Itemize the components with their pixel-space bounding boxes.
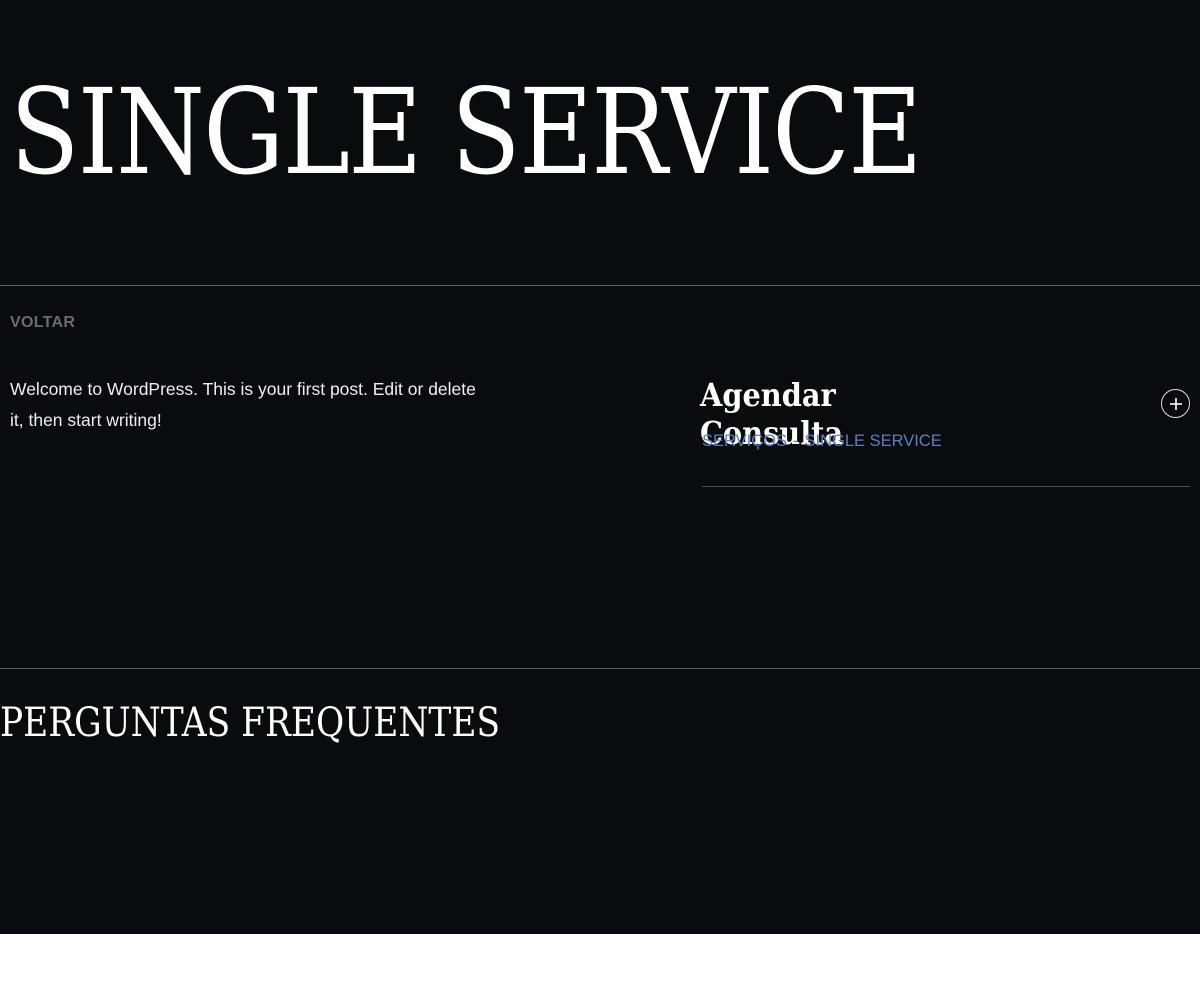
breadcrumb-link-services[interactable]: SERVIÇOS	[702, 432, 787, 450]
post-content: Welcome to WordPress. This is your first…	[10, 379, 476, 430]
top-divider	[0, 285, 1200, 286]
page-title: SINGLE SERVICE	[10, 63, 922, 201]
appointment-accordion[interactable]: Agendar Consulta SERVIÇOS - SINGLE SERVICE	[700, 376, 1190, 487]
page-container: SINGLE SERVICE VOLTAR Welcome to WordPre…	[0, 0, 1200, 934]
section-divider	[0, 668, 1200, 669]
accordion-divider	[702, 486, 1190, 487]
faq-heading: PERGUNTAS FREQUENTES	[0, 700, 501, 746]
back-link[interactable]: VOLTAR	[10, 314, 75, 332]
breadcrumb: SERVIÇOS - SINGLE SERVICE	[702, 432, 942, 451]
expand-toggle-button[interactable]	[1161, 389, 1190, 418]
breadcrumb-separator: -	[792, 432, 799, 450]
breadcrumb-link-current[interactable]: SINGLE SERVICE	[804, 432, 941, 450]
plus-icon	[1169, 397, 1182, 410]
